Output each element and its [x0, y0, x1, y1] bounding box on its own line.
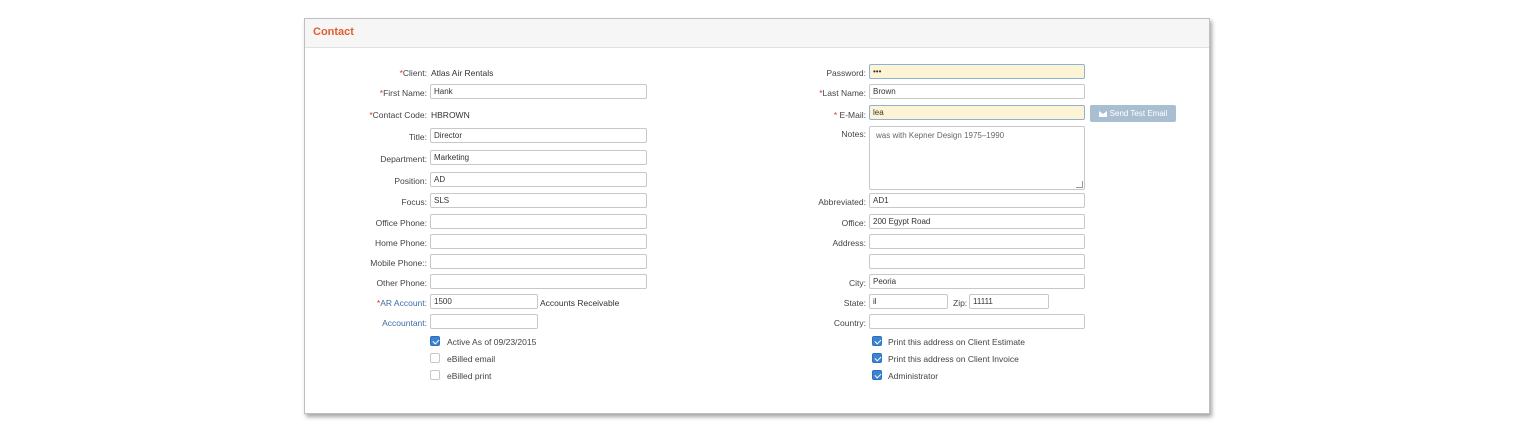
- print-estimate-checkbox[interactable]: [872, 336, 882, 346]
- notes-label: Notes:: [841, 129, 866, 139]
- administrator-label: Administrator: [888, 371, 939, 381]
- password-input[interactable]: •••: [869, 64, 1085, 79]
- position-label: Position:: [394, 176, 427, 186]
- panel-header: Contact: [305, 19, 1209, 48]
- city-label: City:: [849, 278, 866, 288]
- address-line2-input[interactable]: [869, 254, 1085, 269]
- title-input[interactable]: Director: [430, 128, 647, 143]
- client-value: Atlas Air Rentals: [431, 68, 494, 78]
- office-phone-label: Office Phone:: [375, 218, 427, 228]
- zip-label: Zip:: [953, 298, 968, 308]
- department-label: Department:: [380, 154, 427, 164]
- email-label: * E-Mail:: [833, 110, 866, 120]
- country-input[interactable]: [869, 314, 1085, 329]
- other-phone-label: Other Phone:: [376, 278, 427, 288]
- active-checkbox-label: Active As of 09/23/2015: [447, 337, 537, 347]
- ar-account-label[interactable]: *AR Account:: [377, 298, 427, 308]
- mobile-phone-label: Mobile Phone::: [370, 258, 427, 268]
- ar-account-description: Accounts Receivable: [540, 298, 620, 308]
- office-label: Office:: [841, 218, 866, 228]
- print-estimate-label: Print this address on Client Estimate: [888, 337, 1026, 347]
- accountant-label[interactable]: Accountant:: [382, 318, 427, 328]
- position-input[interactable]: AD: [430, 172, 647, 187]
- department-input[interactable]: Marketing: [430, 150, 647, 165]
- country-label: Country:: [833, 318, 866, 328]
- panel-title: Contact: [313, 26, 354, 38]
- ar-account-input[interactable]: 1500: [430, 294, 538, 309]
- address-input[interactable]: [869, 234, 1085, 249]
- office-phone-input[interactable]: [430, 214, 647, 229]
- first-name-input[interactable]: Hank: [430, 84, 647, 99]
- notes-text: was with Kepner Design 1975–1990: [876, 131, 1005, 140]
- last-name-label: *Last Name:: [819, 88, 866, 98]
- mobile-phone-input[interactable]: [430, 254, 647, 269]
- password-label: Password:: [826, 68, 866, 78]
- first-name-label: *First Name:: [379, 88, 427, 98]
- send-test-email-button[interactable]: Send Test Email: [1090, 105, 1176, 122]
- home-phone-label: Home Phone:: [375, 238, 427, 248]
- address-label: Address:: [832, 238, 866, 248]
- active-checkbox[interactable]: [430, 336, 440, 346]
- accountant-input[interactable]: [430, 314, 538, 329]
- ebilled-email-checkbox[interactable]: [430, 353, 440, 363]
- administrator-checkbox[interactable]: [872, 370, 882, 380]
- focus-label: Focus:: [401, 197, 427, 207]
- zip-input[interactable]: 11111: [969, 294, 1049, 309]
- ebilled-email-label: eBilled email: [447, 354, 496, 364]
- abbreviated-input[interactable]: AD1: [869, 193, 1085, 208]
- client-label: *Client:: [399, 68, 427, 78]
- title-label: Title:: [408, 132, 427, 142]
- email-input[interactable]: lea: [869, 105, 1085, 120]
- office-input[interactable]: 200 Egypt Road: [869, 214, 1085, 229]
- ebilled-print-checkbox[interactable]: [430, 370, 440, 380]
- city-input[interactable]: Peoria: [869, 274, 1085, 289]
- last-name-input[interactable]: Brown: [869, 84, 1085, 99]
- contact-panel: Contact *Client: Atlas Air Rentals *Firs…: [304, 18, 1210, 414]
- print-invoice-label: Print this address on Client Invoice: [888, 354, 1019, 364]
- contact-code-value: HBROWN: [431, 110, 470, 120]
- home-phone-input[interactable]: [430, 234, 647, 249]
- state-label: State:: [843, 298, 866, 308]
- print-invoice-checkbox[interactable]: [872, 353, 882, 363]
- abbreviated-label: Abbreviated:: [818, 197, 866, 207]
- notes-textarea[interactable]: was with Kepner Design 1975–1990: [869, 126, 1085, 190]
- ebilled-print-label: eBilled print: [447, 371, 492, 381]
- resize-grip-icon[interactable]: [1076, 181, 1083, 188]
- contact-code-label: *Contact Code:: [369, 110, 427, 120]
- envelope-icon: [1098, 111, 1107, 117]
- state-input[interactable]: il: [869, 294, 948, 309]
- focus-input[interactable]: SLS: [430, 193, 647, 208]
- other-phone-input[interactable]: [430, 274, 647, 289]
